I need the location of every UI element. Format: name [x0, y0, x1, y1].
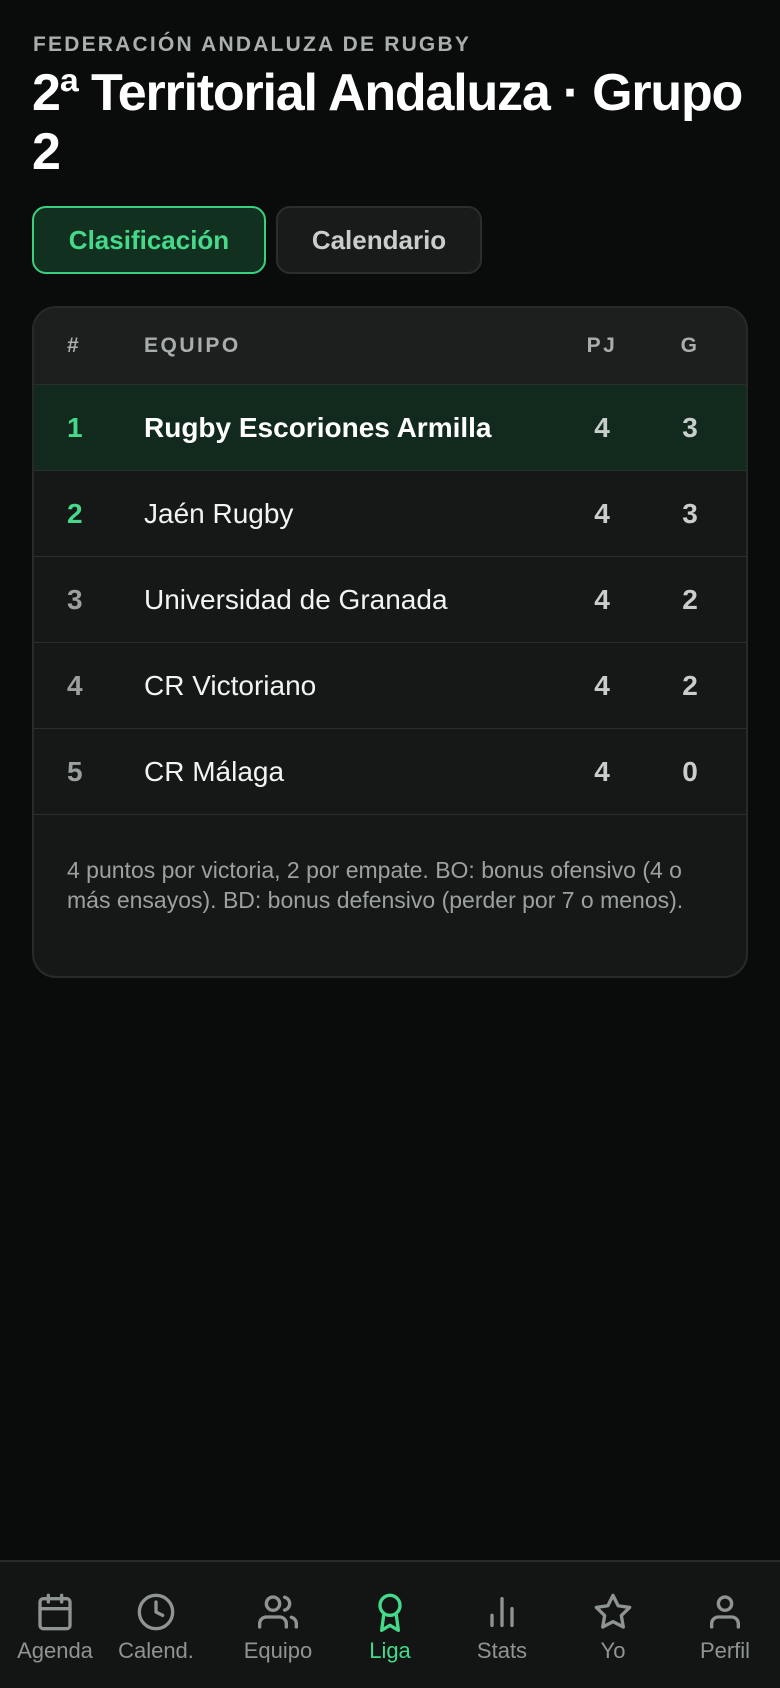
clock-icon [137, 1593, 175, 1631]
row-played: 4 [594, 755, 610, 787]
nav-label: Stats [476, 1638, 528, 1663]
row-won: 2 [682, 669, 698, 701]
row-team: Universidad de Granada [144, 583, 448, 615]
nav-label: Yo [600, 1638, 626, 1663]
nav-equipo[interactable]: Equipo [223, 1592, 333, 1664]
row-won: 2 [682, 583, 698, 615]
nav-yo[interactable]: Yo [558, 1592, 668, 1664]
tab-calendario[interactable]: Calendario [276, 206, 482, 274]
nav-calendario[interactable]: Calend. [101, 1592, 211, 1664]
nav-label: Liga [369, 1638, 411, 1663]
page-title: 2ª Territorial Andaluza · Grupo 2 [32, 64, 743, 181]
nav-perfil[interactable]: Perfil [670, 1592, 780, 1664]
row-position: 1 [67, 411, 83, 443]
column-header-played: PJ [586, 334, 618, 357]
table-row[interactable]: 5 CR Málaga 4 0 [34, 728, 746, 814]
row-won: 0 [682, 755, 698, 787]
table-header: # EQUIPO PJ G [34, 308, 746, 384]
column-header-won: G [680, 334, 700, 357]
row-team: CR Málaga [144, 755, 285, 787]
row-played: 4 [594, 411, 610, 443]
column-header-team: EQUIPO [144, 334, 241, 357]
star-icon [594, 1593, 632, 1629]
row-position: 4 [67, 669, 83, 701]
award-icon [378, 1593, 402, 1632]
row-position: 3 [67, 583, 83, 615]
row-team: CR Victoriano [144, 669, 317, 701]
nav-stats[interactable]: Stats [447, 1592, 557, 1664]
table-row[interactable]: 4 CR Victoriano 4 2 [34, 642, 746, 728]
row-played: 4 [594, 497, 610, 529]
row-played: 4 [594, 583, 610, 615]
row-team: Rugby Escoriones Armilla [144, 411, 492, 443]
scoring-note: 4 puntos por victoria, 2 por empate. BO:… [34, 814, 746, 915]
row-won: 3 [682, 497, 698, 529]
nav-liga[interactable]: Liga [335, 1592, 445, 1664]
table-row[interactable]: 2 Jaén Rugby 4 3 [34, 470, 746, 556]
tab-clasificacion[interactable]: Clasificación [32, 206, 266, 274]
calendar-icon [38, 1593, 72, 1631]
row-won: 3 [682, 411, 698, 443]
bottom-nav: Agenda Calend. Equipo Liga Stats Yo Perf… [0, 1560, 780, 1688]
row-played: 4 [594, 669, 610, 701]
nav-label: Equipo [243, 1638, 313, 1663]
table-row[interactable]: 1 Rugby Escoriones Armilla 4 3 [34, 384, 746, 470]
bar-chart-icon [490, 1597, 514, 1627]
standings-card: # EQUIPO PJ G 1 Rugby Escoriones Armilla… [32, 306, 748, 978]
nav-label: Perfil [699, 1638, 751, 1663]
users-icon [258, 1595, 298, 1629]
table-row[interactable]: 3 Universidad de Granada 4 2 [34, 556, 746, 642]
user-icon [710, 1595, 740, 1629]
row-position: 5 [67, 755, 83, 787]
view-tabs: Clasificación Calendario [32, 206, 482, 274]
row-team: Jaén Rugby [144, 497, 294, 529]
league-page: FEDERACIÓN ANDALUZA DE RUGBY 2ª Territor… [0, 0, 780, 1688]
nav-agenda[interactable]: Agenda [0, 1592, 110, 1664]
column-header-position: # [67, 334, 82, 357]
row-position: 2 [67, 497, 83, 529]
nav-label: Calend. [118, 1638, 194, 1663]
federation-label: FEDERACIÓN ANDALUZA DE RUGBY [33, 33, 472, 56]
nav-label: Agenda [17, 1638, 93, 1663]
